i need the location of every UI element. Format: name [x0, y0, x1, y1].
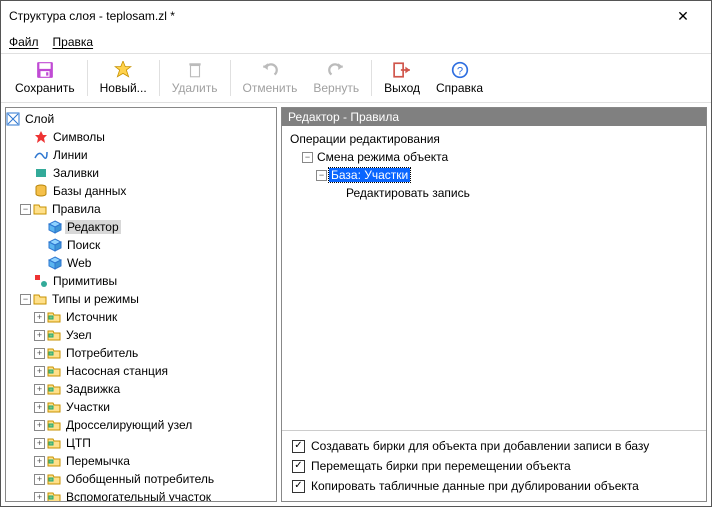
tree-item-label: Обобщенный потребитель [64, 472, 216, 486]
tree-root[interactable]: Слой [6, 110, 276, 128]
tree-type-item[interactable]: + Потребитель [6, 344, 276, 362]
tree-item-label: Перемычка [64, 454, 132, 468]
folder-icon [47, 400, 61, 414]
op-edit[interactable]: Редактировать запись [288, 184, 700, 202]
tree-databases[interactable]: Базы данных [6, 182, 276, 200]
check-create-tags[interactable]: ✓Создавать бирки для объекта при добавле… [292, 439, 696, 453]
tree-item-label: Вспомогательный участок [64, 490, 213, 502]
checkbox-icon: ✓ [292, 480, 305, 493]
tree-item-label: Задвижка [64, 382, 122, 396]
menu-edit[interactable]: Правка [53, 35, 94, 49]
tree-type-item[interactable]: + Дросселирующий узел [6, 416, 276, 434]
folder-icon [47, 346, 61, 360]
folder-icon [47, 454, 61, 468]
tree-type-item[interactable]: + ЦТП [6, 434, 276, 452]
redo-button: Вернуть [305, 55, 367, 101]
tree-item-label: Дросселирующий узел [64, 418, 194, 432]
folder-open-icon [33, 292, 47, 306]
window-title: Структура слоя - teplosam.zl * [9, 9, 663, 23]
collapse-icon[interactable]: − [20, 294, 31, 305]
fill-icon [34, 166, 48, 180]
collapse-icon[interactable]: − [316, 170, 327, 181]
op-mode[interactable]: −Смена режима объекта [288, 148, 700, 166]
new-button[interactable]: Новый... [92, 55, 155, 101]
collapse-icon[interactable]: − [20, 204, 31, 215]
check-copy-table[interactable]: ✓Копировать табличные данные при дублиро… [292, 479, 696, 493]
expand-icon[interactable]: + [34, 312, 45, 323]
check-move-tags[interactable]: ✓Перемещать бирки при перемещении объект… [292, 459, 696, 473]
tree-types[interactable]: −Типы и режимы [6, 290, 276, 308]
folder-icon [47, 472, 61, 486]
expand-icon[interactable]: + [34, 330, 45, 341]
folder-open-icon [33, 202, 47, 216]
checkbox-icon: ✓ [292, 440, 305, 453]
right-tree: Операции редактирования −Смена режима об… [282, 126, 706, 430]
tree-type-item[interactable]: + Участки [6, 398, 276, 416]
tree-type-item[interactable]: + Обобщенный потребитель [6, 470, 276, 488]
tree-panel: Слой Символы Линии Заливки Базы данных −… [5, 107, 277, 502]
folder-icon [47, 436, 61, 450]
menu-file[interactable]: Файл [9, 35, 39, 49]
cube-icon [48, 238, 62, 252]
folder-icon [47, 490, 61, 502]
folder-icon [47, 364, 61, 378]
tree-item-label: ЦТП [64, 436, 93, 450]
svg-text:?: ? [456, 66, 462, 78]
line-icon [34, 148, 48, 162]
op-root[interactable]: Операции редактирования [288, 130, 700, 148]
folder-icon [47, 418, 61, 432]
exit-button[interactable]: Выход [376, 55, 428, 101]
tree-item-label: Узел [64, 328, 94, 342]
expand-icon[interactable]: + [34, 348, 45, 359]
tree-item-label: Участки [64, 400, 112, 414]
expand-icon[interactable]: + [34, 366, 45, 377]
undo-button: Отменить [235, 55, 306, 101]
collapse-icon[interactable]: − [302, 152, 313, 163]
tree-rules-web[interactable]: Web [6, 254, 276, 272]
tree-type-item[interactable]: + Вспомогательный участок [6, 488, 276, 502]
expand-icon[interactable]: + [34, 384, 45, 395]
folder-icon [47, 310, 61, 324]
star-icon [34, 130, 48, 144]
tree-fills[interactable]: Заливки [6, 164, 276, 182]
toolbar: Сохранить Новый... Удалить Отменить Верн… [1, 53, 711, 103]
expand-icon[interactable]: + [34, 456, 45, 467]
database-icon [34, 184, 48, 198]
folder-icon [47, 382, 61, 396]
delete-button: Удалить [164, 55, 226, 101]
tree-symbols[interactable]: Символы [6, 128, 276, 146]
tree-item-label: Насосная станция [64, 364, 170, 378]
tree-item-label: Источник [64, 310, 119, 324]
folder-icon [47, 328, 61, 342]
primitives-icon [34, 274, 48, 288]
expand-icon[interactable]: + [34, 438, 45, 449]
help-button[interactable]: ? Справка [428, 55, 491, 101]
tree-rules-editor[interactable]: Редактор [6, 218, 276, 236]
tree-primitives[interactable]: Примитивы [6, 272, 276, 290]
expand-icon[interactable]: + [34, 402, 45, 413]
expand-icon[interactable]: + [34, 420, 45, 431]
tree-lines[interactable]: Линии [6, 146, 276, 164]
tree-type-item[interactable]: + Перемычка [6, 452, 276, 470]
tree-type-item[interactable]: + Насосная станция [6, 362, 276, 380]
op-base[interactable]: −База: Участки [288, 166, 700, 184]
cube-icon [48, 220, 62, 234]
right-panel-title: Редактор - Правила [282, 108, 706, 126]
tree-type-item[interactable]: + Источник [6, 308, 276, 326]
layer-icon [6, 112, 20, 126]
close-icon[interactable]: ✕ [663, 8, 703, 25]
expand-icon[interactable]: + [34, 492, 45, 503]
tree-type-item[interactable]: + Задвижка [6, 380, 276, 398]
tree-rules-search[interactable]: Поиск [6, 236, 276, 254]
tree-item-label: Потребитель [64, 346, 140, 360]
cube-icon [48, 256, 62, 270]
checkbox-icon: ✓ [292, 460, 305, 473]
menubar: Файл Правка [1, 31, 711, 53]
save-button[interactable]: Сохранить [7, 55, 83, 101]
expand-icon[interactable]: + [34, 474, 45, 485]
tree-rules[interactable]: −Правила [6, 200, 276, 218]
tree-type-item[interactable]: + Узел [6, 326, 276, 344]
